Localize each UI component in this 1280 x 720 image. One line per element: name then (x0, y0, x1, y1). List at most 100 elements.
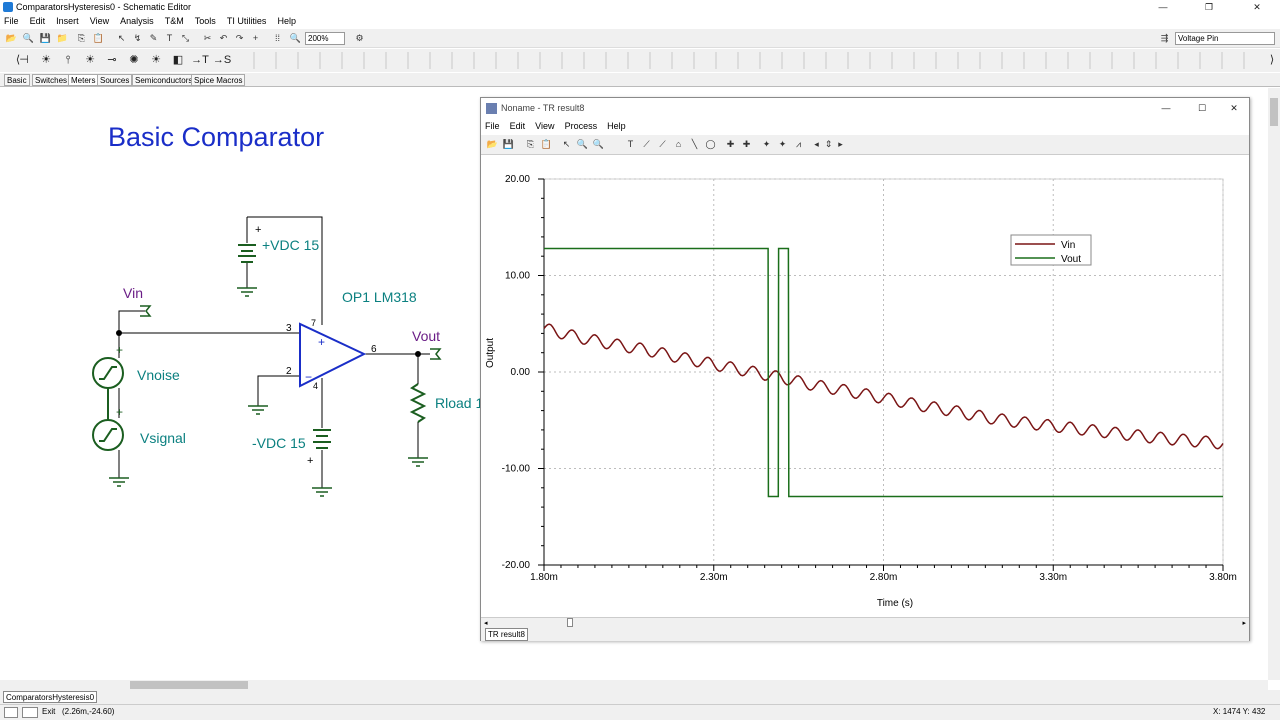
tr-scroll-thumb[interactable] (567, 618, 573, 627)
tr-menu-file[interactable]: File (481, 119, 503, 131)
menu-help[interactable]: Help (273, 15, 300, 26)
vsignal-label: Vsignal (140, 430, 186, 446)
pin-select[interactable]: Voltage Pin (1175, 32, 1275, 45)
exit-button[interactable]: Exit (42, 707, 55, 716)
tr-pointer-icon[interactable]: ↖ (559, 137, 574, 152)
menu-file[interactable]: File (0, 15, 23, 26)
menu-analysis[interactable]: Analysis (116, 15, 158, 26)
tr-step-right-icon[interactable]: ▸ (833, 137, 848, 152)
tr-zoom-out-icon[interactable]: 🔍 (591, 137, 606, 152)
open-folder-icon[interactable]: 📁 (55, 31, 70, 46)
tr-marker2-icon[interactable]: ✦ (775, 137, 790, 152)
close-button[interactable]: ✕ (1234, 0, 1280, 15)
bulb-icon[interactable]: ☀ (146, 51, 166, 70)
tr-slope-icon[interactable]: ⟋ (655, 137, 670, 152)
open-icon[interactable]: 📂 (4, 31, 19, 46)
text-icon[interactable]: T (162, 31, 177, 46)
tr-menu-help[interactable]: Help (603, 119, 629, 131)
tab-basic[interactable]: Basic (4, 74, 30, 86)
search-icon[interactable]: 🔍 (21, 31, 36, 46)
tr-open-icon[interactable]: 📂 (485, 137, 500, 152)
tr-minimize-button[interactable]: — (1151, 101, 1181, 116)
pin-icon[interactable]: ⇶ (1157, 31, 1172, 46)
ground-icon[interactable]: ⊣ (14, 51, 34, 70)
save-icon[interactable]: 💾 (38, 31, 53, 46)
tr-marker-icon[interactable]: ✦ (759, 137, 774, 152)
menu-ti-utilities[interactable]: TI Utilities (223, 15, 271, 26)
status-icon-2[interactable] (22, 707, 38, 718)
cut-icon[interactable]: ✂ (200, 31, 215, 46)
tr-maximize-button[interactable]: ☐ (1187, 101, 1217, 116)
probe-icon[interactable]: ☀ (80, 51, 100, 70)
grid-icon[interactable]: ⁞⁞ (270, 31, 285, 46)
tr-title-bar: Noname - TR result8 — ☐ ✕ (481, 98, 1249, 119)
tab-sources[interactable]: Sources (97, 74, 133, 86)
opamp-plus-label: + (318, 335, 325, 349)
tr-zoom-in-icon[interactable]: 🔍 (575, 137, 590, 152)
redo-icon[interactable]: ↷ (232, 31, 247, 46)
terminal-t-icon[interactable]: →T (190, 51, 210, 70)
copy-icon[interactable]: ⎘ (74, 31, 89, 46)
lamp-icon[interactable]: ☀ (36, 51, 56, 70)
tr-scroll-right-icon[interactable]: ▸ (1242, 619, 1246, 627)
minimize-button[interactable]: — (1140, 0, 1186, 15)
tr-house-icon[interactable]: ⌂ (671, 137, 686, 152)
menu-edit[interactable]: Edit (26, 15, 50, 26)
tr-result-window[interactable]: Noname - TR result8 — ☐ ✕ File Edit View… (480, 97, 1250, 641)
tr-close-button[interactable]: ✕ (1219, 101, 1249, 116)
tr-plot-area[interactable]: 1.80m 2.30m 2.80m 3.30m 3.80m 20.00 10.00 0.00 -… (481, 155, 1249, 617)
vertical-scroll-thumb[interactable] (1270, 98, 1278, 126)
menu-insert[interactable]: Insert (52, 15, 83, 26)
tr-cursor-a-icon[interactable]: ✚ (723, 137, 738, 152)
vertical-scrollbar[interactable] (1268, 88, 1280, 680)
tab-spice-macros[interactable]: Spice Macros (191, 74, 246, 86)
document-tab[interactable]: ComparatorsHysteresis0 (3, 691, 98, 703)
add-icon[interactable]: + (248, 31, 263, 46)
tr-menu-view[interactable]: View (531, 119, 557, 131)
vdc-pos-battery (238, 244, 256, 263)
vnoise-label: Vnoise (137, 367, 180, 383)
tr-save-icon[interactable]: 💾 (501, 137, 516, 152)
tr-menu-process[interactable]: Process (561, 119, 601, 131)
rotate-text-icon[interactable]: ⤡ (178, 31, 193, 46)
tr-scroll-left-icon[interactable]: ◂ (484, 619, 488, 627)
pencil-icon[interactable]: ✎ (146, 31, 161, 46)
menu-tools[interactable]: Tools (191, 15, 220, 26)
speaker-icon[interactable]: ◧ (168, 51, 188, 70)
zoom-icon[interactable]: 🔍 (288, 31, 303, 46)
undo-icon[interactable]: ↶ (216, 31, 231, 46)
led-icon[interactable]: ✺ (124, 51, 144, 70)
tr-cursor-b-icon[interactable]: ✚ (739, 137, 754, 152)
tr-line-tool-icon[interactable]: ⟋ (639, 137, 654, 152)
tr-paste-icon[interactable]: 📋 (539, 137, 554, 152)
pointer-icon[interactable]: ↖ (114, 31, 129, 46)
switch-icon[interactable]: ⫯ (58, 51, 78, 70)
menu-view[interactable]: View (86, 15, 113, 26)
tr-peak-icon[interactable]: ⩘ (791, 137, 806, 152)
tr-result-tab[interactable]: TR result8 (485, 628, 528, 641)
zoom-select[interactable]: 200% (305, 32, 345, 45)
tr-text-icon[interactable]: T (623, 137, 638, 152)
menu-tm[interactable]: T&M (161, 15, 188, 26)
tab-semiconductors[interactable]: Semiconductors (132, 74, 196, 86)
scroll-right-icon[interactable]: ⟩ (1262, 51, 1280, 70)
tab-switches[interactable]: Switches (32, 74, 71, 86)
tools-icon[interactable]: ⚙ (352, 31, 367, 46)
tr-copy-icon[interactable]: ⎘ (523, 137, 538, 152)
tr-menu-edit[interactable]: Edit (506, 119, 529, 131)
terminal-s-icon[interactable]: →S (212, 51, 232, 70)
tr-horizontal-scrollbar[interactable]: ◂ ▸ (481, 617, 1249, 628)
horizontal-scroll-thumb[interactable] (130, 681, 248, 689)
status-icon-1[interactable] (4, 707, 18, 718)
x-tick-label: 2.80m (870, 572, 898, 583)
maximize-button[interactable]: ❐ (1186, 0, 1232, 15)
diode-icon[interactable]: ⊸ (102, 51, 122, 70)
tr-circle-icon[interactable]: ◯ (703, 137, 718, 152)
tab-meters[interactable]: Meters (68, 74, 99, 86)
x-tick-label: 3.80m (1209, 572, 1237, 583)
paste-icon[interactable]: 📋 (91, 31, 106, 46)
tr-chart: 1.80m 2.30m 2.80m 3.30m 3.80m 20.00 10.00 0.00 -… (485, 174, 1237, 609)
horizontal-scrollbar[interactable] (0, 680, 1268, 690)
wire-icon[interactable]: ↯ (130, 31, 145, 46)
tr-draw-line-icon[interactable]: ╲ (687, 137, 702, 152)
